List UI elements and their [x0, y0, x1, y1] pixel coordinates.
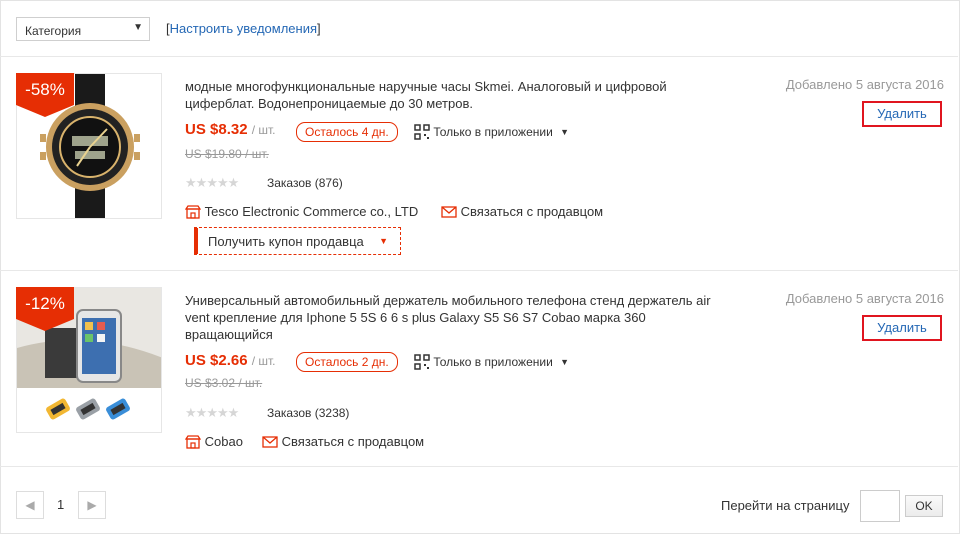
delete-button[interactable]: Удалить [862, 101, 942, 127]
qr-code-icon [414, 354, 430, 370]
category-select[interactable]: Категория ▼ [16, 17, 150, 41]
old-price: US $19.80 / шт. [185, 147, 269, 161]
discount-badge-text: -12% [25, 294, 65, 313]
star-icon: ★ [206, 405, 218, 420]
added-date: Добавлено 5 августа 2016 [785, 77, 944, 92]
seller-link[interactable]: Tesco Electronic Commerce co., LTD [185, 203, 418, 219]
star-icon: ★ [206, 175, 218, 190]
star-icon: ★ [227, 175, 240, 190]
product-price: US $2.66 / шт. [185, 352, 276, 369]
price-value: US $2.66 [185, 352, 248, 369]
category-select-value: Категория [25, 24, 82, 38]
product-price: US $8.32 / шт. [185, 121, 276, 138]
star-icon: ★ [216, 175, 229, 190]
bracket-close: ] [317, 21, 321, 36]
current-page[interactable]: 1 [57, 497, 64, 512]
notify-settings: [Настроить уведомления] [166, 21, 321, 36]
app-only-dropdown[interactable]: Только в приложении ▼ [414, 354, 569, 370]
mail-icon [441, 205, 457, 218]
orders-count: Заказов (3238) [267, 406, 350, 420]
caret-down-icon: ▼ [560, 127, 570, 137]
orders-count: Заказов (876) [267, 176, 343, 190]
get-coupon-button[interactable]: Получить купон продавца ▼ [194, 227, 401, 255]
star-icon: ★ [195, 175, 208, 190]
app-only-label: Только в приложении [433, 355, 553, 369]
chevron-left-icon: ◀ [25, 498, 35, 512]
divider [0, 56, 958, 57]
price-unit: / шт. [251, 354, 276, 368]
divider [0, 466, 958, 467]
seller-name: Cobao [204, 434, 243, 450]
goto-page-input[interactable] [860, 490, 900, 522]
next-page-button[interactable]: ▶ [78, 491, 106, 519]
price-unit: / шт. [251, 123, 276, 137]
chevron-down-icon: ▼ [133, 22, 143, 33]
app-only-dropdown[interactable]: Только в приложении ▼ [414, 124, 569, 140]
rating-stars: ★★★★★ [185, 405, 240, 421]
app-only-label: Только в приложении [433, 125, 553, 139]
contact-seller-label: Связаться с продавцом [281, 434, 425, 450]
prev-page-button[interactable]: ◀ [16, 491, 44, 519]
discount-badge: -58% [16, 73, 74, 117]
notify-settings-link[interactable]: Настроить уведомления [170, 21, 317, 36]
star-icon: ★ [216, 405, 229, 420]
star-icon: ★ [195, 405, 208, 420]
caret-down-icon: ▼ [379, 236, 388, 246]
price-value: US $8.32 [185, 121, 248, 138]
rating-stars: ★★★★★ [185, 175, 240, 191]
old-price: US $3.02 / шт. [185, 376, 263, 390]
store-icon [185, 204, 201, 219]
goto-page-label: Перейти на страницу [721, 498, 850, 513]
goto-ok-button[interactable]: OK [905, 495, 943, 517]
remaining-badge: Осталось 4 дн. [296, 122, 398, 142]
discount-badge-text: -58% [25, 80, 65, 99]
star-icon: ★ [185, 175, 197, 190]
mail-icon [262, 435, 278, 448]
store-icon [185, 434, 201, 449]
product-title[interactable]: модные многофункциональные наручные часы… [185, 78, 735, 112]
star-icon: ★ [227, 405, 240, 420]
contact-seller-link[interactable]: Связаться с продавцом [262, 433, 424, 449]
delete-button[interactable]: Удалить [862, 315, 942, 341]
discount-badge: -12% [16, 287, 74, 331]
added-date: Добавлено 5 августа 2016 [785, 291, 944, 306]
remaining-badge: Осталось 2 дн. [296, 352, 398, 372]
seller-link[interactable]: Cobao [185, 433, 243, 449]
qr-code-icon [414, 124, 430, 140]
divider [0, 270, 958, 271]
caret-down-icon: ▼ [560, 357, 570, 367]
product-title[interactable]: Универсальный автомобильный держатель мо… [185, 292, 735, 343]
coupon-label: Получить купон продавца [208, 234, 364, 249]
contact-seller-label: Связаться с продавцом [460, 204, 604, 220]
contact-seller-link[interactable]: Связаться с продавцом [441, 203, 603, 219]
seller-name: Tesco Electronic Commerce co., LTD [204, 204, 419, 220]
chevron-right-icon: ▶ [87, 498, 97, 512]
star-icon: ★ [185, 405, 197, 420]
